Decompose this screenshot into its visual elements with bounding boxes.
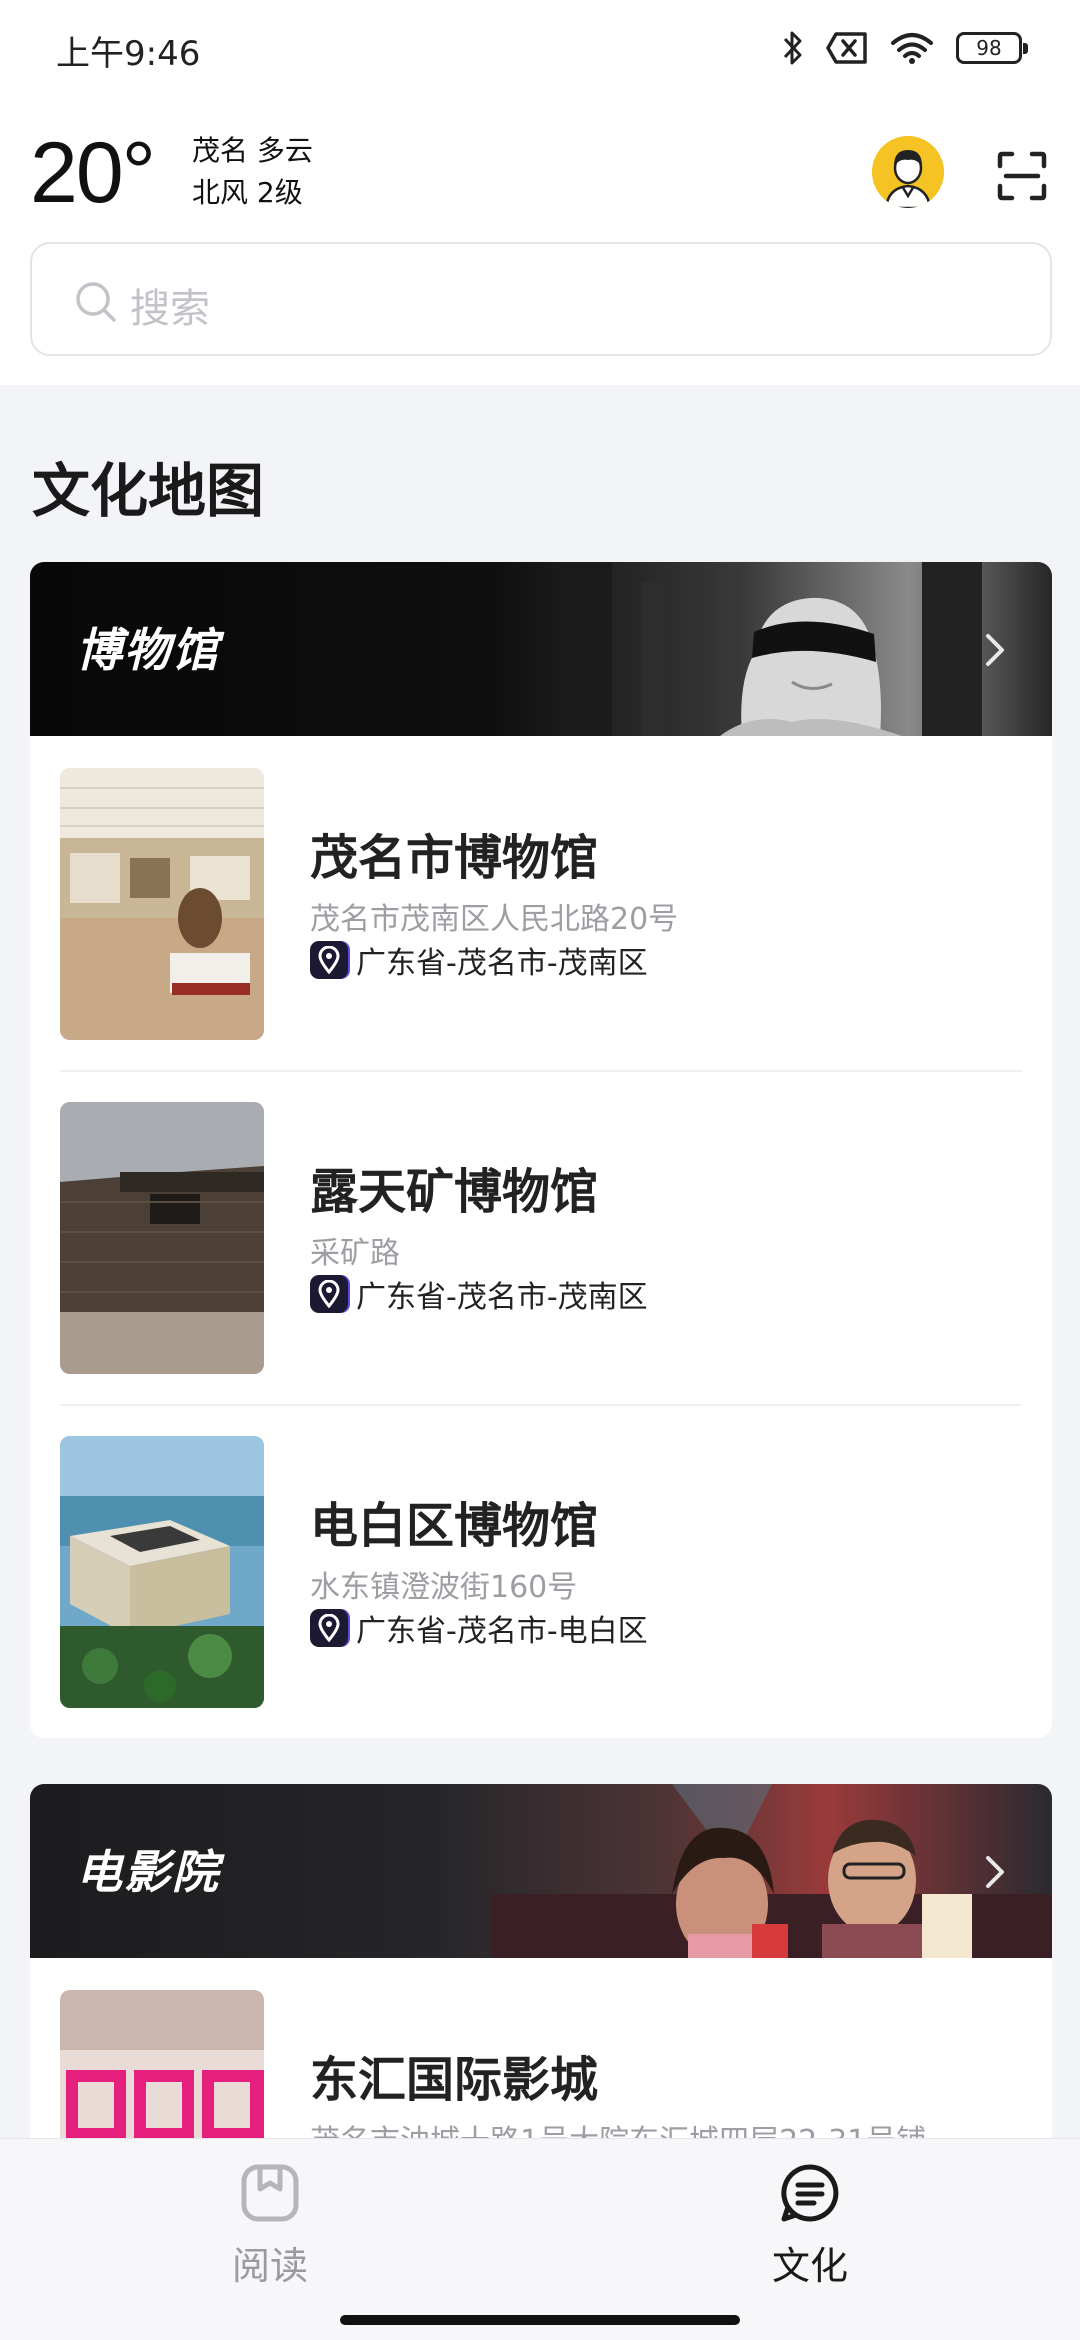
battery-level: 98 (976, 36, 1002, 60)
category-card-museum: 博物馆 茂名市博物馆 茂名市茂南区人民北路20号 广东省-茂名市-茂南区 露天矿… (30, 562, 1052, 1738)
chevron-right-icon (986, 634, 1004, 666)
location-pin-icon (310, 1275, 348, 1313)
list-circle-icon (781, 2164, 839, 2222)
category-title-museum: 博物馆 (76, 623, 220, 677)
user-avatar-icon (872, 136, 944, 208)
category-banner-cinema[interactable]: 电影院 (30, 1784, 1052, 1958)
page-title: 文化地图 (32, 457, 265, 525)
item-region-text: 广东省-茂名市-茂南区 (356, 946, 648, 981)
battery-icon: 98 (956, 32, 1028, 64)
item-name: 茂名市博物馆 (310, 830, 599, 886)
item-region: 广东省-茂名市-茂南区 (310, 1274, 648, 1315)
home-indicator[interactable] (340, 2315, 740, 2325)
item-region: 广东省-茂名市-茂南区 (310, 940, 648, 981)
list-item[interactable]: 露天矿博物馆 采矿路 广东省-茂名市-茂南区 (30, 1070, 1052, 1404)
item-region-text: 广东省-茂名市-茂南区 (356, 1280, 648, 1315)
mine-museum-thumbnail (60, 1102, 264, 1374)
search-icon (76, 282, 116, 322)
search-input[interactable]: 搜索 (30, 242, 1052, 356)
location-pin-icon (310, 941, 348, 979)
tab-read[interactable]: 阅读 (150, 2153, 390, 2293)
item-name: 电白区博物馆 (310, 1498, 599, 1554)
item-address: 采矿路 (310, 1236, 400, 1271)
status-time: 上午9:46 (56, 34, 201, 74)
category-banner-museum[interactable]: 博物馆 (30, 562, 1052, 736)
item-region-text: 广东省-茂名市-电白区 (356, 1614, 648, 1649)
bottom-nav: 阅读 文化 (0, 2138, 1080, 2340)
tab-culture[interactable]: 文化 (690, 2153, 930, 2293)
avatar[interactable] (872, 136, 944, 208)
item-name: 东汇国际影城 (310, 2052, 599, 2108)
header: 上午9:46 98 20° 茂名 多云 北风 2级 搜索 (0, 0, 1080, 385)
divider (60, 1404, 1022, 1406)
divider (60, 1070, 1022, 1072)
statue-banner-image (572, 562, 982, 736)
scan-button[interactable] (992, 146, 1052, 206)
museum-hall-thumbnail (60, 768, 264, 1040)
search-placeholder: 搜索 (130, 286, 210, 332)
scan-icon (997, 151, 1047, 201)
status-icons: 98 (782, 26, 1028, 70)
weather-info: 茂名 多云 北风 2级 (192, 130, 313, 214)
dianbai-museum-thumbnail (60, 1436, 264, 1708)
tab-read-label: 阅读 (231, 2244, 308, 2288)
cinema-banner-image (492, 1784, 1052, 1958)
wifi-icon (891, 33, 933, 64)
weather-city-condition: 茂名 多云 (192, 134, 313, 167)
bluetooth-icon (783, 31, 802, 65)
item-region: 广东省-茂名市-电白区 (310, 1608, 648, 1649)
item-address: 茂名市茂南区人民北路20号 (310, 902, 679, 937)
list-item[interactable]: 茂名市博物馆 茂名市茂南区人民北路20号 广东省-茂名市-茂南区 (30, 736, 1052, 1070)
temperature: 20° (30, 125, 156, 221)
weather-widget[interactable]: 20° 茂名 多云 北风 2级 (0, 118, 1080, 228)
item-name: 露天矿博物馆 (310, 1164, 599, 1220)
list-item[interactable]: 电白区博物馆 水东镇澄波街160号 广东省-茂名市-电白区 (30, 1404, 1052, 1738)
location-pin-icon (310, 1609, 348, 1647)
sim-off-icon (826, 32, 867, 64)
category-title-cinema: 电影院 (76, 1845, 220, 1899)
chevron-right-icon (986, 1856, 1004, 1888)
item-address: 水东镇澄波街160号 (310, 1570, 578, 1605)
weather-wind: 北风 2级 (192, 176, 303, 209)
tab-culture-label: 文化 (771, 2244, 848, 2288)
status-bar: 上午9:46 98 (0, 0, 1080, 96)
book-icon (241, 2164, 299, 2222)
